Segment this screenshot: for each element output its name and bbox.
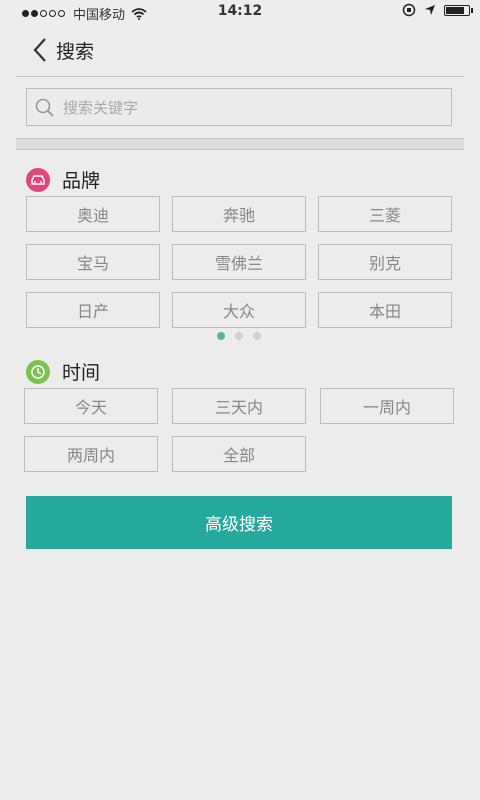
brand-option[interactable]: 雪佛兰 — [172, 244, 306, 280]
time-option[interactable]: 今天 — [24, 388, 158, 424]
car-icon — [26, 167, 50, 192]
page-dot[interactable] — [217, 332, 225, 340]
back-icon[interactable] — [30, 36, 54, 64]
brand-option[interactable]: 宝马 — [26, 244, 160, 280]
brand-option[interactable]: 奥迪 — [26, 196, 160, 232]
battery-icon — [444, 4, 473, 16]
time-option[interactable]: 全部 — [172, 436, 306, 472]
search-icon — [35, 98, 54, 117]
nav-bar: 搜索 — [16, 24, 464, 77]
time-option[interactable]: 两周内 — [24, 436, 158, 472]
time-option[interactable]: 三天内 — [172, 388, 306, 424]
search-input[interactable] — [61, 96, 445, 120]
search-box[interactable] — [26, 88, 452, 126]
page-dot[interactable] — [253, 332, 261, 340]
location-icon — [425, 5, 435, 15]
clock-icon — [26, 359, 50, 384]
brand-option[interactable]: 奔驰 — [172, 196, 306, 232]
section-divider — [16, 138, 464, 150]
advanced-search-button[interactable]: 高级搜索 — [26, 496, 452, 549]
brand-option[interactable]: 本田 — [318, 292, 452, 328]
brand-page-indicator[interactable] — [0, 332, 479, 340]
brand-option[interactable]: 别克 — [318, 244, 452, 280]
rotation-lock-icon — [402, 3, 416, 17]
status-right — [402, 3, 473, 17]
page-dot[interactable] — [235, 332, 243, 340]
page-title: 搜索 — [56, 41, 95, 63]
time-section-header: 时间 — [26, 358, 100, 385]
time-option[interactable]: 一周内 — [320, 388, 454, 424]
brand-section-title: 品牌 — [62, 170, 101, 192]
brand-option[interactable]: 三菱 — [318, 196, 452, 232]
status-bar: 中国移动 14:12 — [0, 0, 480, 24]
brand-option[interactable]: 大众 — [172, 292, 306, 328]
brand-section-header: 品牌 — [26, 166, 100, 193]
time-section-title: 时间 — [62, 362, 101, 384]
brand-option[interactable]: 日产 — [26, 292, 160, 328]
